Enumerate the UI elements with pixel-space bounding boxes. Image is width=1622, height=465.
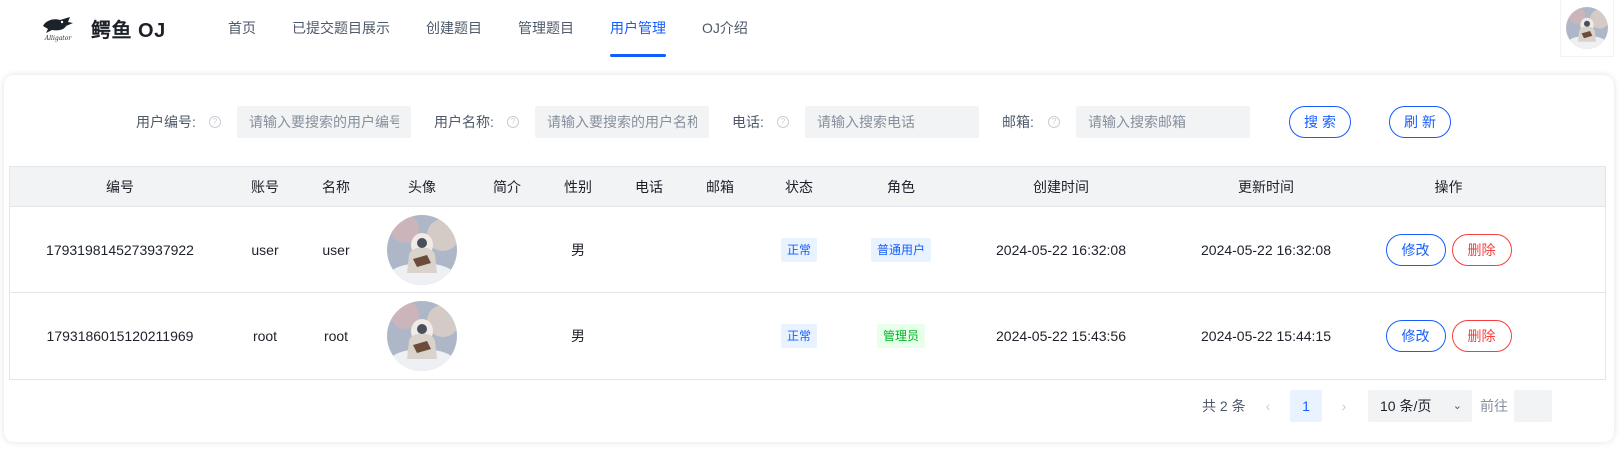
column-header: 电话	[635, 179, 663, 195]
user-name-label: 用户名称:	[434, 114, 494, 130]
cell-profile	[472, 293, 542, 379]
edit-button[interactable]: 修改	[1385, 320, 1446, 352]
cell-email	[684, 293, 756, 379]
column-header: 状态	[785, 179, 813, 195]
search-form: 用户编号: ? 用户名称: ? 电话: ? 邮箱: ? 搜索 刷新	[4, 106, 1614, 138]
table-header: 编号 账号 名称 头像 简介 性别 电话 邮箱 状态 角色 创建时间 更新时间 …	[10, 167, 1605, 207]
chevron-down-icon: ⌄	[1452, 400, 1462, 412]
email-label: 邮箱:	[1002, 114, 1034, 130]
cell-status: 正常	[756, 293, 842, 379]
delete-button[interactable]: 删除	[1451, 233, 1512, 266]
prev-page-icon[interactable]: ‹	[1252, 390, 1284, 422]
column-header: 操作	[1434, 179, 1463, 195]
delete-button[interactable]: 删除	[1451, 320, 1512, 352]
help-icon: ?	[209, 116, 221, 128]
goto-label: 前往	[1480, 398, 1508, 414]
pagination: 共 2 条 ‹ 1 › 10 条/页 ⌄ 前往	[4, 390, 1614, 422]
search-button[interactable]: 搜索	[1289, 106, 1351, 138]
user-id-input[interactable]	[237, 106, 411, 138]
column-header: 角色	[887, 179, 915, 195]
cell-role: 管理员	[842, 293, 960, 379]
cell-avatar	[372, 293, 472, 379]
cell-updated: 2024-05-22 16:32:08	[1201, 241, 1331, 258]
column-header: 编号	[106, 179, 134, 195]
cell-avatar	[372, 207, 472, 292]
nav-item-oj-intro[interactable]: OJ介绍	[684, 0, 766, 58]
top-navbar: Alligator 鳄鱼 OJ 首页 已提交题目展示 创建题目 管理题目 用户管…	[0, 0, 1622, 58]
cell-status: 正常	[756, 207, 842, 292]
next-page-icon[interactable]: ›	[1328, 390, 1360, 422]
phone-input[interactable]	[805, 106, 979, 138]
cell-account: root	[252, 328, 278, 344]
avatar-image-icon	[387, 214, 457, 285]
column-header: 更新时间	[1238, 179, 1294, 195]
edit-button[interactable]: 修改	[1385, 233, 1446, 266]
column-header: 账号	[251, 179, 279, 195]
page-size-value: 10 条/页	[1380, 398, 1432, 414]
cell-account: user	[251, 241, 279, 258]
avatar-image-icon	[1566, 7, 1608, 49]
column-header: 简介	[493, 179, 521, 195]
cell-phone	[614, 207, 684, 292]
table-row: 1793198145273937922 user user 男 正常 普通用户 …	[10, 207, 1605, 293]
page-size-select[interactable]: 10 条/页 ⌄	[1368, 390, 1472, 422]
role-badge: 普通用户	[870, 237, 931, 262]
column-header: 性别	[564, 179, 592, 195]
cell-gender: 男	[571, 241, 585, 258]
column-header: 头像	[408, 179, 436, 195]
cell-profile	[472, 207, 542, 292]
cell-name: root	[323, 328, 349, 344]
role-badge: 管理员	[876, 324, 925, 348]
nav-item-manage-question[interactable]: 管理题目	[500, 0, 592, 58]
avatar	[387, 214, 457, 285]
nav-item-create-question[interactable]: 创建题目	[408, 0, 500, 58]
nav-item-home[interactable]: 首页	[210, 0, 274, 58]
help-icon: ?	[507, 116, 519, 128]
cell-created: 2024-05-22 15:43:56	[996, 328, 1126, 344]
table-row: 1793186015120211969 root root 男 正常 管理员 2…	[10, 293, 1605, 379]
cell-gender: 男	[571, 328, 585, 344]
email-input[interactable]	[1076, 106, 1250, 138]
cell-created: 2024-05-22 16:32:08	[996, 241, 1126, 258]
avatar	[387, 301, 457, 371]
status-badge: 正常	[780, 324, 817, 348]
status-badge: 正常	[780, 237, 817, 262]
column-header: 邮箱	[706, 179, 734, 195]
cell-name: user	[322, 241, 350, 258]
nav-item-submitted[interactable]: 已提交题目展示	[274, 0, 408, 58]
cell-role: 普通用户	[842, 207, 960, 292]
user-avatar[interactable]	[1566, 7, 1608, 49]
avatar-image-icon	[387, 301, 457, 371]
user-management-card: 用户编号: ? 用户名称: ? 电话: ? 邮箱: ? 搜索 刷新 编号 账号 …	[4, 75, 1614, 442]
cell-actions: 修改 删除	[1370, 207, 1527, 292]
cell-email	[684, 207, 756, 292]
column-header: 名称	[322, 179, 350, 195]
refresh-button[interactable]: 刷新	[1389, 106, 1451, 138]
cell-id: 1793186015120211969	[46, 328, 194, 344]
page-number-button[interactable]: 1	[1290, 390, 1322, 422]
goto-page-input[interactable]	[1514, 390, 1552, 422]
cell-updated: 2024-05-22 15:44:15	[1201, 328, 1331, 344]
cell-phone	[614, 293, 684, 379]
phone-label: 电话:	[732, 114, 764, 130]
svg-text:Alligator: Alligator	[44, 35, 73, 42]
main-nav: 首页 已提交题目展示 创建题目 管理题目 用户管理 OJ介绍	[210, 0, 766, 58]
cell-id: 1793198145273937922	[46, 241, 194, 258]
alligator-logo-icon[interactable]: Alligator	[40, 14, 76, 42]
user-name-input[interactable]	[535, 106, 709, 138]
nav-item-user-manage[interactable]: 用户管理	[592, 0, 684, 58]
user-id-label: 用户编号:	[136, 114, 196, 130]
cell-actions: 修改 删除	[1370, 293, 1527, 379]
help-icon: ?	[1048, 116, 1060, 128]
column-header: 创建时间	[1033, 179, 1089, 195]
help-icon: ?	[777, 116, 789, 128]
user-table: 编号 账号 名称 头像 简介 性别 电话 邮箱 状态 角色 创建时间 更新时间 …	[9, 166, 1606, 380]
pagination-total: 共 2 条	[1202, 398, 1246, 414]
brand-title[interactable]: 鳄鱼 OJ	[91, 14, 166, 43]
